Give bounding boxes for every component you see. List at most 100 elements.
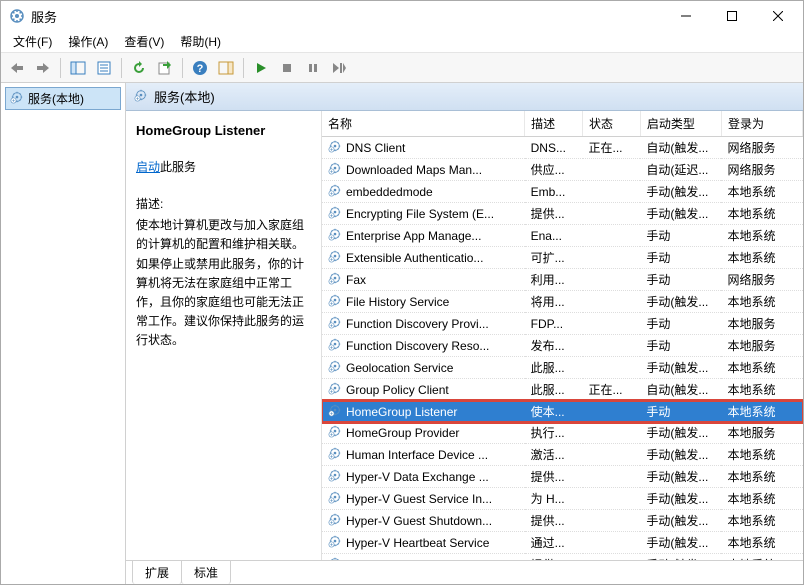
cell-status: [583, 269, 641, 291]
refresh-button[interactable]: [127, 56, 151, 80]
table-row[interactable]: HomeGroup Provider执行...手动(触发...本地服务: [322, 422, 803, 444]
tab-extended[interactable]: 扩展: [132, 560, 182, 584]
maximize-button[interactable]: [709, 1, 755, 31]
table-row[interactable]: Hyper-V Guest Service In...为 H...手动(触发..…: [322, 488, 803, 510]
service-name-text: Geolocation Service: [346, 361, 453, 375]
table-row[interactable]: Enterprise App Manage...Ena...手动本地系统: [322, 225, 803, 247]
cell-startup: 手动(触发...: [640, 532, 721, 554]
export-button[interactable]: [153, 56, 177, 80]
close-button[interactable]: [755, 1, 801, 31]
cell-status: [583, 466, 641, 488]
detail-area: HomeGroup Listener 启动此服务 描述: 使本地计算机更改与加入…: [126, 111, 803, 560]
separator-icon: [121, 58, 122, 78]
col-header-desc[interactable]: 描述: [525, 111, 583, 137]
cell-logon: 网络服务: [721, 269, 802, 291]
forward-button[interactable]: [31, 56, 55, 80]
tree-node-services-local[interactable]: 服务(本地): [5, 87, 121, 110]
service-name-text: Group Policy Client: [346, 383, 449, 397]
service-name-text: Downloaded Maps Man...: [346, 163, 482, 177]
service-icon: [328, 490, 342, 507]
table-row[interactable]: HomeGroup Listener使本...手动本地系统: [322, 401, 803, 423]
cell-name: DNS Client: [322, 137, 525, 159]
cell-name: File History Service: [322, 291, 525, 313]
service-icon: [328, 161, 342, 178]
tree-pane: 服务(本地): [1, 83, 126, 584]
cell-status: [583, 181, 641, 203]
table-row[interactable]: Encrypting File System (E...提供...手动(触发..…: [322, 203, 803, 225]
table-row[interactable]: Downloaded Maps Man...供应...自动(延迟...网络服务: [322, 159, 803, 181]
service-icon: [328, 512, 342, 529]
col-header-name[interactable]: 名称: [322, 111, 525, 137]
view-tabs: 扩展 标准: [126, 560, 803, 584]
start-service-button[interactable]: [249, 56, 273, 80]
table-row[interactable]: embeddedmodeEmb...手动(触发...本地系统: [322, 181, 803, 203]
cell-name: Downloaded Maps Man...: [322, 159, 525, 181]
service-name-text: Extensible Authenticatio...: [346, 251, 483, 265]
table-row[interactable]: Human Interface Device ...激活...手动(触发...本…: [322, 444, 803, 466]
table-row[interactable]: Fax利用...手动网络服务: [322, 269, 803, 291]
cell-startup: 手动: [640, 401, 721, 423]
cell-name: Hyper-V Heartbeat Service: [322, 532, 525, 554]
menu-view[interactable]: 查看(V): [116, 31, 172, 52]
services-list[interactable]: 名称 描述 状态 启动类型 登录为 DNS ClientDNS...正在...自…: [321, 111, 803, 560]
cell-logon: 本地服务: [721, 335, 802, 357]
table-row[interactable]: Extensible Authenticatio...可扩...手动本地系统: [322, 247, 803, 269]
menu-action[interactable]: 操作(A): [60, 31, 116, 52]
table-row[interactable]: Hyper-V Data Exchange ...提供...手动(触发...本地…: [322, 466, 803, 488]
properties-button[interactable]: [92, 56, 116, 80]
table-row[interactable]: Function Discovery Reso...发布...手动本地服务: [322, 335, 803, 357]
menu-file[interactable]: 文件(F): [5, 31, 60, 52]
service-name-text: HomeGroup Provider: [346, 426, 459, 440]
col-header-logon[interactable]: 登录为: [721, 111, 802, 137]
cell-logon: 本地服务: [721, 422, 802, 444]
tree-node-label: 服务(本地): [28, 90, 84, 107]
help-button[interactable]: ?: [188, 56, 212, 80]
cell-status: [583, 357, 641, 379]
cell-logon: 本地系统: [721, 444, 802, 466]
table-row[interactable]: DNS ClientDNS...正在...自动(触发...网络服务: [322, 137, 803, 159]
stop-service-button[interactable]: [275, 56, 299, 80]
service-icon: [328, 315, 342, 332]
cell-startup: 手动: [640, 335, 721, 357]
cell-logon: 本地系统: [721, 510, 802, 532]
table-row[interactable]: Hyper-V Guest Shutdown...提供...手动(触发...本地…: [322, 510, 803, 532]
window-title: 服务: [31, 7, 663, 26]
col-header-startup[interactable]: 启动类型: [640, 111, 721, 137]
action-pane-button[interactable]: [214, 56, 238, 80]
cell-status: [583, 159, 641, 181]
service-icon: [328, 337, 342, 354]
service-name-text: HomeGroup Listener: [346, 405, 457, 419]
back-button[interactable]: [5, 56, 29, 80]
service-icon: [328, 183, 342, 200]
tab-standard[interactable]: 标准: [181, 560, 231, 584]
menu-help[interactable]: 帮助(H): [172, 31, 229, 52]
service-name-text: Encrypting File System (E...: [346, 207, 494, 221]
service-name-text: Hyper-V Heartbeat Service: [346, 536, 489, 550]
service-icon: [328, 271, 342, 288]
cell-name: Hyper-V Guest Service In...: [322, 488, 525, 510]
cell-logon: 本地系统: [721, 181, 802, 203]
pause-service-button[interactable]: [301, 56, 325, 80]
table-row[interactable]: Hyper-V Heartbeat Service通过...手动(触发...本地…: [322, 532, 803, 554]
service-name-text: Hyper-V Guest Service In...: [346, 492, 492, 506]
start-service-link[interactable]: 启动: [136, 160, 160, 174]
cell-logon: 本地系统: [721, 401, 802, 423]
service-name-text: DNS Client: [346, 141, 405, 155]
show-hide-console-button[interactable]: [66, 56, 90, 80]
table-row[interactable]: Function Discovery Provi...FDP...手动本地服务: [322, 313, 803, 335]
table-row[interactable]: Group Policy Client此服...正在...自动(触发...本地系…: [322, 379, 803, 401]
minimize-button[interactable]: [663, 1, 709, 31]
service-icon: [328, 249, 342, 266]
services-window: 服务 文件(F) 操作(A) 查看(V) 帮助(H) ?: [0, 0, 804, 585]
col-header-status[interactable]: 状态: [583, 111, 641, 137]
gear-icon: [134, 88, 148, 105]
cell-startup: 自动(延迟...: [640, 159, 721, 181]
table-row[interactable]: File History Service将用...手动(触发...本地系统: [322, 291, 803, 313]
cell-startup: 手动(触发...: [640, 466, 721, 488]
table-row[interactable]: Geolocation Service此服...手动(触发...本地系统: [322, 357, 803, 379]
cell-desc: 提供...: [525, 510, 583, 532]
restart-service-button[interactable]: [327, 56, 351, 80]
cell-desc: 利用...: [525, 269, 583, 291]
pane-header-label: 服务(本地): [154, 87, 215, 106]
service-icon: [328, 293, 342, 310]
